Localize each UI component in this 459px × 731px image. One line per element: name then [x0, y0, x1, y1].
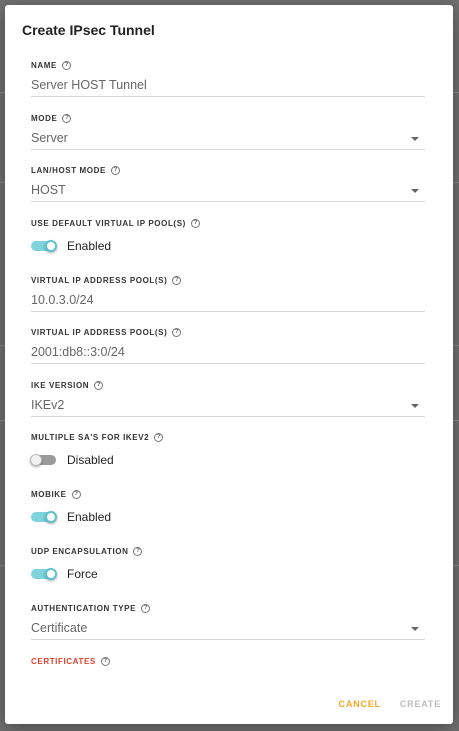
multiple-sa-toggle[interactable]: [30, 454, 56, 466]
chevron-down-icon: [411, 189, 419, 193]
cancel-button[interactable]: CANCEL: [339, 699, 381, 709]
pool-v4-field: VIRTUAL IP ADDRESS POOL(S) ? 10.0.3.0/24: [31, 274, 425, 312]
ike-version-label: IKE VERSION: [31, 380, 90, 390]
certificates-field: CERTIFICATES ?: [31, 655, 425, 667]
chevron-down-icon: [411, 627, 419, 631]
ike-version-select-value: IKEv2: [31, 398, 65, 412]
create-ipsec-tunnel-dialog: Create IPsec Tunnel NAME ? Server HOST T…: [5, 5, 453, 724]
help-icon[interactable]: ?: [133, 546, 143, 556]
mobike-label: MOBIKE: [31, 489, 67, 499]
udp-encap-state: Force: [67, 567, 98, 581]
name-label: NAME: [31, 60, 57, 70]
default-pool-field: USE DEFAULT VIRTUAL IP POOL(S) ? Enabled: [31, 217, 425, 254]
help-icon[interactable]: ?: [190, 218, 200, 228]
lan-host-mode-select[interactable]: HOST: [31, 180, 425, 202]
mode-select-value: Server: [31, 131, 68, 145]
udp-encap-field: UDP ENCAPSULATION ? Force: [31, 545, 425, 582]
udp-encap-label: UDP ENCAPSULATION: [31, 546, 129, 556]
default-pool-state: Enabled: [67, 239, 112, 253]
mobike-state: Enabled: [67, 510, 112, 524]
lan-host-mode-field: LAN/HOST MODE ? HOST: [31, 164, 425, 202]
mobike-toggle[interactable]: [31, 511, 57, 523]
pool-v4-input[interactable]: 10.0.3.0/24: [31, 290, 425, 312]
name-input[interactable]: Server HOST Tunnel: [31, 75, 425, 97]
ike-version-field: IKE VERSION ? IKEv2: [31, 379, 425, 417]
udp-encap-toggle[interactable]: [31, 568, 57, 580]
mode-select[interactable]: Server: [31, 128, 425, 150]
help-icon[interactable]: ?: [61, 60, 71, 70]
default-pool-label: USE DEFAULT VIRTUAL IP POOL(S): [31, 218, 186, 228]
lan-host-mode-select-value: HOST: [31, 183, 66, 197]
mode-field: MODE ? Server: [31, 112, 425, 150]
lan-host-mode-label: LAN/HOST MODE: [31, 165, 106, 175]
auth-type-select[interactable]: Certificate: [31, 618, 425, 640]
default-pool-toggle[interactable]: [31, 240, 57, 252]
help-icon[interactable]: ?: [71, 489, 81, 499]
help-icon[interactable]: ?: [94, 380, 104, 390]
mobike-field: MOBIKE ? Enabled: [31, 488, 425, 525]
pool-v6-label: VIRTUAL IP ADDRESS POOL(S): [31, 327, 168, 337]
mode-label: MODE: [31, 113, 58, 123]
help-icon[interactable]: ?: [100, 656, 110, 666]
help-icon[interactable]: ?: [141, 603, 151, 613]
help-icon[interactable]: ?: [172, 275, 182, 285]
multiple-sa-state: Disabled: [67, 453, 114, 467]
help-icon[interactable]: ?: [62, 113, 72, 123]
auth-type-label: AUTHENTICATION TYPE: [31, 603, 137, 613]
toggle-knob: [30, 454, 42, 466]
dialog-title: Create IPsec Tunnel: [22, 22, 155, 38]
chevron-down-icon: [411, 404, 419, 408]
name-field: NAME ? Server HOST Tunnel: [31, 59, 425, 97]
dialog-actions: CANCEL CREATE: [339, 699, 441, 709]
help-icon[interactable]: ?: [110, 165, 120, 175]
multiple-sa-label: MULTIPLE SA'S FOR IKEV2: [31, 432, 150, 442]
auth-type-select-value: Certificate: [31, 621, 88, 635]
ike-version-select[interactable]: IKEv2: [31, 395, 425, 417]
multiple-sa-field: MULTIPLE SA'S FOR IKEV2 ? Disabled: [30, 431, 425, 468]
toggle-knob: [45, 511, 57, 523]
toggle-knob: [45, 240, 57, 252]
create-button[interactable]: CREATE: [400, 699, 441, 709]
pool-v6-field: VIRTUAL IP ADDRESS POOL(S) ? 2001:db8::3…: [31, 326, 425, 364]
help-icon[interactable]: ?: [154, 432, 164, 442]
help-icon[interactable]: ?: [172, 327, 182, 337]
chevron-down-icon: [411, 137, 419, 141]
auth-type-field: AUTHENTICATION TYPE ? Certificate: [31, 602, 425, 640]
pool-v6-input[interactable]: 2001:db8::3:0/24: [31, 342, 425, 364]
toggle-knob: [45, 568, 57, 580]
pool-v4-label: VIRTUAL IP ADDRESS POOL(S): [31, 275, 168, 285]
certificates-label: CERTIFICATES: [31, 656, 96, 666]
